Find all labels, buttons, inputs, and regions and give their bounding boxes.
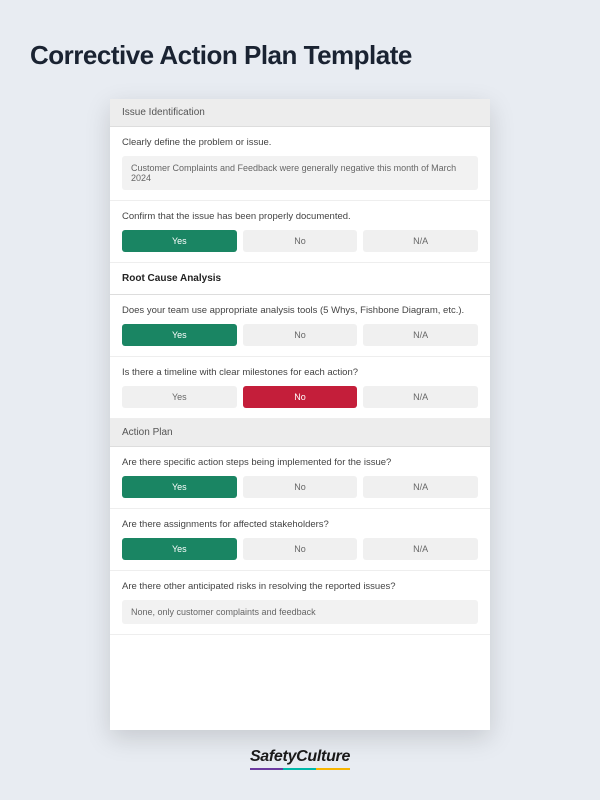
footer: SafetyCulture [30, 730, 570, 780]
question-text: Are there other anticipated risks in res… [122, 581, 478, 592]
section-header-issue-identification: Issue Identification [110, 99, 490, 127]
section-header-action-plan: Action Plan [110, 419, 490, 447]
option-na[interactable]: N/A [363, 386, 478, 408]
option-no[interactable]: No [243, 538, 358, 560]
brand-name: SafetyCulture [250, 748, 350, 765]
answer-text[interactable]: Customer Complaints and Feedback were ge… [122, 156, 478, 190]
option-na[interactable]: N/A [363, 476, 478, 498]
section-header-root-cause: Root Cause Analysis [110, 263, 490, 295]
answer-text[interactable]: None, only customer complaints and feedb… [122, 600, 478, 624]
question-documented: Confirm that the issue has been properly… [110, 201, 490, 263]
option-yes[interactable]: Yes [122, 386, 237, 408]
option-na[interactable]: N/A [363, 230, 478, 252]
question-text: Confirm that the issue has been properly… [122, 211, 478, 222]
question-assignments: Are there assignments for affected stake… [110, 509, 490, 571]
option-no[interactable]: No [243, 386, 358, 408]
question-analysis-tools: Does your team use appropriate analysis … [110, 295, 490, 357]
option-yes[interactable]: Yes [122, 476, 237, 498]
question-text: Is there a timeline with clear milestone… [122, 367, 478, 378]
option-no[interactable]: No [243, 476, 358, 498]
form-card: Issue Identification Clearly define the … [110, 99, 490, 730]
option-na[interactable]: N/A [363, 538, 478, 560]
option-no[interactable]: No [243, 230, 358, 252]
brand-underline-icon [250, 768, 350, 770]
option-no[interactable]: No [243, 324, 358, 346]
question-text: Clearly define the problem or issue. [122, 137, 478, 148]
question-action-steps: Are there specific action steps being im… [110, 447, 490, 509]
option-yes[interactable]: Yes [122, 324, 237, 346]
question-text: Does your team use appropriate analysis … [122, 305, 478, 316]
page-title: Corrective Action Plan Template [30, 40, 570, 71]
question-text: Are there specific action steps being im… [122, 457, 478, 468]
option-na[interactable]: N/A [363, 324, 478, 346]
option-yes[interactable]: Yes [122, 538, 237, 560]
question-timeline: Is there a timeline with clear milestone… [110, 357, 490, 419]
option-yes[interactable]: Yes [122, 230, 237, 252]
question-define-problem: Clearly define the problem or issue. Cus… [110, 127, 490, 201]
brand-logo: SafetyCulture [250, 748, 350, 770]
question-text: Are there assignments for affected stake… [122, 519, 478, 530]
question-anticipated-risks: Are there other anticipated risks in res… [110, 571, 490, 635]
